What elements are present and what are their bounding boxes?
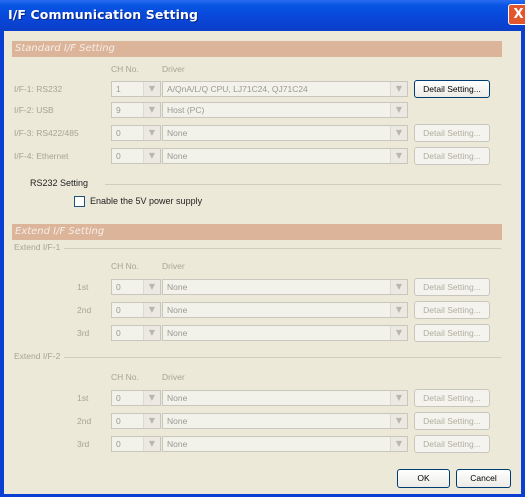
extend-if-section-header: Extend I/F Setting xyxy=(12,224,502,240)
extend-if2-1st-ch-select[interactable]: 0 ▼ xyxy=(111,390,161,406)
if4-detail-setting-button[interactable]: Detail Setting... xyxy=(414,147,490,165)
rs232-group-divider xyxy=(105,184,501,185)
extend-if1-group-divider xyxy=(64,248,501,249)
chevron-down-icon[interactable]: ▼ xyxy=(390,414,407,428)
extend-if2-row-2nd-label: 2nd xyxy=(77,416,92,426)
extend-if2-2nd-detail-setting-button[interactable]: Detail Setting... xyxy=(414,412,490,430)
extend-if2-driver-column-header: Driver xyxy=(162,372,185,382)
extend-if2-1st-detail-setting-button[interactable]: Detail Setting... xyxy=(414,389,490,407)
chevron-down-icon[interactable]: ▼ xyxy=(390,391,407,405)
if2-label: I/F-2: USB xyxy=(14,105,54,115)
if4-label: I/F-4: Ethernet xyxy=(14,151,69,161)
extend-if1-1st-ch-select[interactable]: 0 ▼ xyxy=(111,279,161,295)
extend-if1-row-3rd-label: 3rd xyxy=(77,328,90,338)
enable-5v-label[interactable]: Enable the 5V power supply xyxy=(90,196,202,206)
extend-if2-2nd-ch-select[interactable]: 0 ▼ xyxy=(111,413,161,429)
chevron-down-icon[interactable]: ▼ xyxy=(143,149,160,163)
extend-if1-2nd-detail-setting-button[interactable]: Detail Setting... xyxy=(414,301,490,319)
extend-if2-3rd-driver-select[interactable]: None ▼ xyxy=(162,436,408,452)
chevron-down-icon[interactable]: ▼ xyxy=(143,103,160,117)
extend-if1-3rd-ch-select[interactable]: 0 ▼ xyxy=(111,325,161,341)
if4-ch-select[interactable]: 0 ▼ xyxy=(111,148,161,164)
enable-5v-checkbox[interactable] xyxy=(74,196,85,207)
dialog-client-area: Standard I/F Setting CH No. Driver I/F-1… xyxy=(4,31,521,494)
chevron-down-icon[interactable]: ▼ xyxy=(143,437,160,451)
extend-if2-1st-driver-select[interactable]: None ▼ xyxy=(162,390,408,406)
extend-if1-3rd-detail-setting-button[interactable]: Detail Setting... xyxy=(414,324,490,342)
chevron-down-icon[interactable]: ▼ xyxy=(390,326,407,340)
chevron-down-icon[interactable]: ▼ xyxy=(390,280,407,294)
rs232-setting-group-label: RS232 Setting xyxy=(30,178,89,188)
if4-driver-select[interactable]: None ▼ xyxy=(162,148,408,164)
chevron-down-icon[interactable]: ▼ xyxy=(143,82,160,96)
extend-if2-3rd-ch-select[interactable]: 0 ▼ xyxy=(111,436,161,452)
extend-if1-group-label: Extend I/F-1 xyxy=(14,242,61,252)
dialog-window: I/F Communication Setting X Standard I/F… xyxy=(0,0,525,497)
if3-ch-select[interactable]: 0 ▼ xyxy=(111,125,161,141)
chevron-down-icon[interactable]: ▼ xyxy=(390,103,407,117)
extend-if2-2nd-driver-select[interactable]: None ▼ xyxy=(162,413,408,429)
chevron-down-icon[interactable]: ▼ xyxy=(143,414,160,428)
extend-if2-3rd-detail-setting-button[interactable]: Detail Setting... xyxy=(414,435,490,453)
chevron-down-icon[interactable]: ▼ xyxy=(390,303,407,317)
if3-driver-select[interactable]: None ▼ xyxy=(162,125,408,141)
if3-label: I/F-3: RS422/485 xyxy=(14,128,79,138)
extend-if1-ch-column-header: CH No. xyxy=(111,261,139,271)
extend-if2-group-divider xyxy=(64,357,501,358)
extend-if1-1st-driver-select[interactable]: None ▼ xyxy=(162,279,408,295)
chevron-down-icon[interactable]: ▼ xyxy=(143,326,160,340)
extend-if1-1st-detail-setting-button[interactable]: Detail Setting... xyxy=(414,278,490,296)
standard-ch-column-header: CH No. xyxy=(111,64,139,74)
extend-if1-driver-column-header: Driver xyxy=(162,261,185,271)
if1-driver-select[interactable]: A/QnA/L/Q CPU, LJ71C24, QJ71C24 ▼ xyxy=(162,81,408,97)
if2-ch-select[interactable]: 9 ▼ xyxy=(111,102,161,118)
standard-if-section-header: Standard I/F Setting xyxy=(12,41,502,57)
extend-if1-2nd-driver-select[interactable]: None ▼ xyxy=(162,302,408,318)
extend-if2-group-label: Extend I/F-2 xyxy=(14,351,61,361)
chevron-down-icon[interactable]: ▼ xyxy=(143,280,160,294)
extend-if1-row-2nd-label: 2nd xyxy=(77,305,92,315)
standard-driver-column-header: Driver xyxy=(162,64,185,74)
chevron-down-icon[interactable]: ▼ xyxy=(143,391,160,405)
chevron-down-icon[interactable]: ▼ xyxy=(390,126,407,140)
chevron-down-icon[interactable]: ▼ xyxy=(390,149,407,163)
if1-label: I/F-1: RS232 xyxy=(14,84,63,94)
chevron-down-icon[interactable]: ▼ xyxy=(143,303,160,317)
cancel-button[interactable]: Cancel xyxy=(456,469,511,488)
if1-ch-select[interactable]: 1 ▼ xyxy=(111,81,161,97)
extend-if2-row-1st-label: 1st xyxy=(77,393,89,403)
extend-if2-ch-column-header: CH No. xyxy=(111,372,139,382)
chevron-down-icon[interactable]: ▼ xyxy=(390,437,407,451)
if1-detail-setting-button[interactable]: Detail Setting... xyxy=(414,80,490,98)
if3-detail-setting-button[interactable]: Detail Setting... xyxy=(414,124,490,142)
extend-if2-row-3rd-label: 3rd xyxy=(77,439,90,449)
extend-if1-3rd-driver-select[interactable]: None ▼ xyxy=(162,325,408,341)
chevron-down-icon[interactable]: ▼ xyxy=(390,82,407,96)
close-icon[interactable]: X xyxy=(508,4,525,25)
extend-if1-row-1st-label: 1st xyxy=(77,282,89,292)
extend-if1-2nd-ch-select[interactable]: 0 ▼ xyxy=(111,302,161,318)
if2-driver-select[interactable]: Host (PC) ▼ xyxy=(162,102,408,118)
chevron-down-icon[interactable]: ▼ xyxy=(143,126,160,140)
window-title: I/F Communication Setting xyxy=(8,7,199,22)
title-bar[interactable]: I/F Communication Setting X xyxy=(0,0,525,31)
ok-button[interactable]: OK xyxy=(397,469,450,488)
